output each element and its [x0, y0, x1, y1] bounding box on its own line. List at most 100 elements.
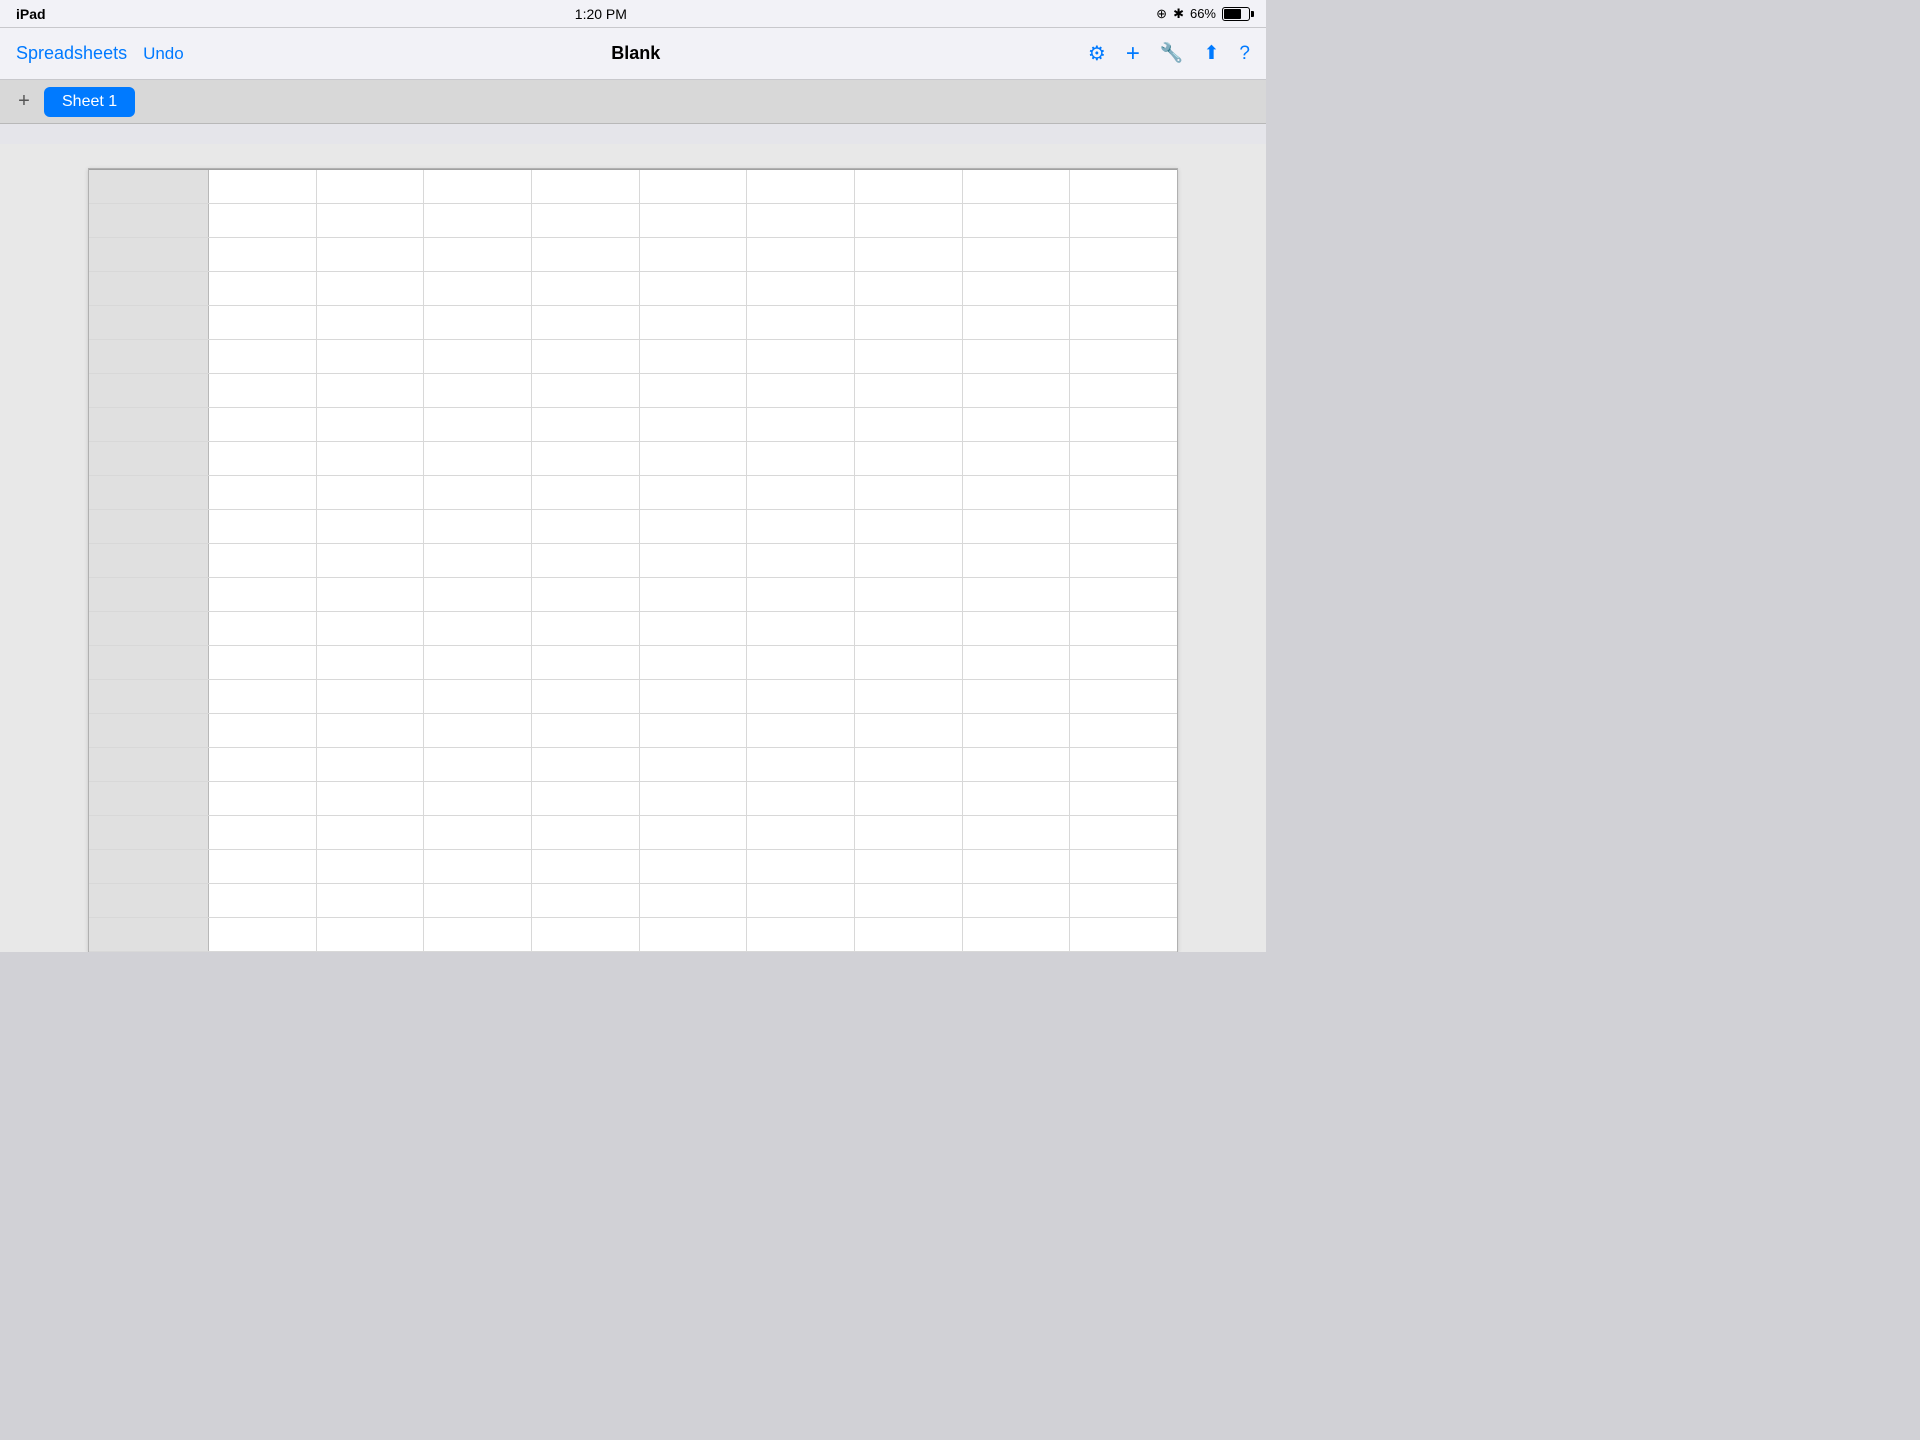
- grid-cell[interactable]: [747, 578, 855, 611]
- grid-cell[interactable]: [855, 748, 963, 781]
- table-row[interactable]: [89, 170, 1177, 204]
- grid-cell[interactable]: [532, 612, 640, 645]
- table-row[interactable]: [89, 408, 1177, 442]
- grid-cell[interactable]: [747, 748, 855, 781]
- grid-cell[interactable]: [640, 612, 748, 645]
- grid-cell[interactable]: [640, 782, 748, 815]
- grid-cell[interactable]: [209, 612, 317, 645]
- grid-cell[interactable]: [317, 238, 425, 271]
- grid-cell[interactable]: [1070, 442, 1177, 475]
- grid-cell[interactable]: [855, 442, 963, 475]
- grid-cell[interactable]: [747, 306, 855, 339]
- grid-cell[interactable]: [317, 408, 425, 441]
- grid-cell[interactable]: [1070, 884, 1177, 917]
- add-sheet-button[interactable]: +: [8, 86, 40, 118]
- grid-cell[interactable]: [963, 884, 1071, 917]
- table-row[interactable]: [89, 612, 1177, 646]
- grid-cell[interactable]: [963, 408, 1071, 441]
- grid-cell[interactable]: [963, 306, 1071, 339]
- grid-cell[interactable]: [209, 374, 317, 407]
- grid-cell[interactable]: [424, 680, 532, 713]
- grid-cell[interactable]: [1070, 578, 1177, 611]
- spreadsheets-back-link[interactable]: Spreadsheets: [16, 43, 127, 64]
- grid-cell[interactable]: [209, 340, 317, 373]
- grid-cell[interactable]: [640, 748, 748, 781]
- table-row[interactable]: [89, 374, 1177, 408]
- grid-cell[interactable]: [963, 510, 1071, 543]
- grid-cell[interactable]: [747, 510, 855, 543]
- grid-cell[interactable]: [747, 340, 855, 373]
- grid-cell[interactable]: [640, 238, 748, 271]
- grid-cell[interactable]: [317, 204, 425, 237]
- grid-cell[interactable]: [747, 816, 855, 849]
- grid-cell[interactable]: [424, 782, 532, 815]
- grid-cell[interactable]: [855, 408, 963, 441]
- grid-cell[interactable]: [424, 408, 532, 441]
- grid-cell[interactable]: [424, 238, 532, 271]
- grid-cell[interactable]: [424, 544, 532, 577]
- grid-cell[interactable]: [640, 544, 748, 577]
- table-row[interactable]: [89, 238, 1177, 272]
- grid-cell[interactable]: [963, 442, 1071, 475]
- table-row[interactable]: [89, 306, 1177, 340]
- grid-cell[interactable]: [1070, 816, 1177, 849]
- grid-cell[interactable]: [532, 884, 640, 917]
- grid-cell[interactable]: [532, 918, 640, 951]
- grid-cell[interactable]: [855, 714, 963, 747]
- collaborate-icon[interactable]: ⚙: [1088, 44, 1106, 64]
- grid-cell[interactable]: [640, 204, 748, 237]
- grid-cell[interactable]: [209, 306, 317, 339]
- grid-cell[interactable]: [532, 578, 640, 611]
- grid-cell[interactable]: [640, 340, 748, 373]
- grid-cell[interactable]: [963, 816, 1071, 849]
- grid-cell[interactable]: [963, 170, 1071, 203]
- grid-cell[interactable]: [317, 510, 425, 543]
- grid-cell[interactable]: [747, 850, 855, 883]
- grid-cell[interactable]: [209, 476, 317, 509]
- grid-cell[interactable]: [1070, 340, 1177, 373]
- grid-cell[interactable]: [532, 442, 640, 475]
- grid-cell[interactable]: [855, 340, 963, 373]
- grid-cell[interactable]: [317, 612, 425, 645]
- grid-cell[interactable]: [424, 476, 532, 509]
- grid-cell[interactable]: [963, 340, 1071, 373]
- table-row[interactable]: [89, 918, 1177, 952]
- grid-cell[interactable]: [1070, 612, 1177, 645]
- grid-cell[interactable]: [855, 510, 963, 543]
- table-row[interactable]: [89, 510, 1177, 544]
- grid-cell[interactable]: [209, 884, 317, 917]
- grid-cell[interactable]: [640, 306, 748, 339]
- grid-cell[interactable]: [532, 374, 640, 407]
- grid-cell[interactable]: [963, 544, 1071, 577]
- grid-cell[interactable]: [209, 272, 317, 305]
- add-icon[interactable]: +: [1126, 42, 1140, 66]
- grid-cell[interactable]: [424, 578, 532, 611]
- grid-cell[interactable]: [855, 272, 963, 305]
- grid-cell[interactable]: [532, 340, 640, 373]
- grid-cell[interactable]: [424, 850, 532, 883]
- grid-cell[interactable]: [424, 374, 532, 407]
- grid-cell[interactable]: [747, 646, 855, 679]
- grid-cell[interactable]: [963, 714, 1071, 747]
- grid-cell[interactable]: [963, 748, 1071, 781]
- grid-cell[interactable]: [532, 510, 640, 543]
- grid-cell[interactable]: [532, 408, 640, 441]
- grid-cell[interactable]: [1070, 272, 1177, 305]
- grid-cell[interactable]: [963, 204, 1071, 237]
- grid-cell[interactable]: [855, 374, 963, 407]
- format-icon[interactable]: 🔧: [1160, 44, 1184, 63]
- grid-cell[interactable]: [640, 884, 748, 917]
- grid-cell[interactable]: [963, 850, 1071, 883]
- grid-cell[interactable]: [963, 578, 1071, 611]
- grid-cell[interactable]: [209, 204, 317, 237]
- grid-cell[interactable]: [963, 374, 1071, 407]
- grid-cell[interactable]: [747, 408, 855, 441]
- table-row[interactable]: [89, 476, 1177, 510]
- grid-cell[interactable]: [1070, 374, 1177, 407]
- grid-cell[interactable]: [1070, 544, 1177, 577]
- grid-cell[interactable]: [640, 408, 748, 441]
- grid-cell[interactable]: [209, 680, 317, 713]
- table-row[interactable]: [89, 680, 1177, 714]
- grid-cell[interactable]: [317, 680, 425, 713]
- grid-cell[interactable]: [1070, 510, 1177, 543]
